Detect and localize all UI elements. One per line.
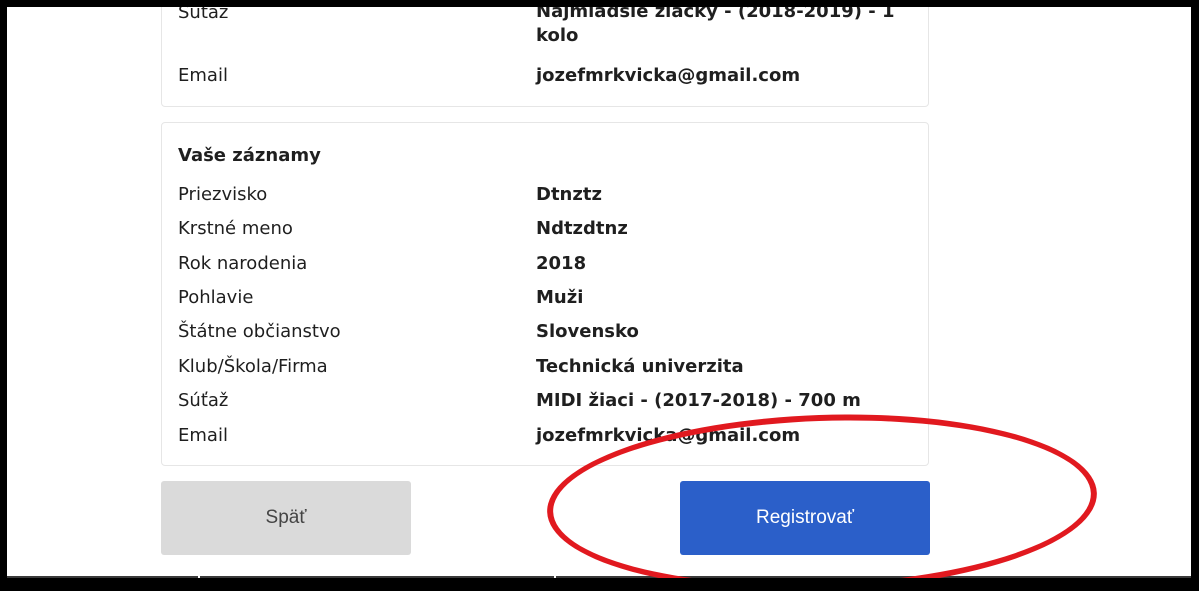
detail-value: Najmladšie žiacky - (2018-2019) - 1 kolo (536, 7, 895, 46)
records-title: Vaše záznamy (178, 145, 321, 166)
detail-row-surname: Priezvisko Dtnztz (178, 178, 912, 212)
detail-label: Klub/Škola/Firma (178, 356, 328, 377)
detail-label: Súťaž (178, 7, 229, 23)
detail-row-email: Email jozefmrkvicka@gmail.com (178, 59, 912, 93)
detail-value: Dtnztz (536, 184, 602, 205)
detail-value: Ndtzdtnz (536, 218, 628, 239)
records-card: Vaše záznamy Priezvisko Dtnztz Krstné me… (161, 122, 929, 466)
summary-card-top: Súťaž Najmladšie žiacky - (2018-2019) - … (161, 7, 929, 107)
detail-row-first-name: Krstné meno Ndtzdtnz (178, 212, 912, 246)
detail-row-citizenship: Štátne občianstvo Slovensko (178, 315, 912, 349)
footer-bar (7, 570, 1191, 578)
detail-label: Email (178, 425, 228, 446)
register-button[interactable]: Registrovať (680, 481, 930, 555)
page-viewport: Súťaž Najmladšie žiacky - (2018-2019) - … (7, 7, 1191, 578)
detail-value: Slovensko (536, 321, 639, 342)
detail-label: Rok narodenia (178, 253, 308, 274)
detail-label: Priezvisko (178, 184, 268, 205)
detail-row-birth-year: Rok narodenia 2018 (178, 247, 912, 281)
footer-divider (198, 570, 200, 578)
footer-divider (554, 570, 556, 578)
detail-row-gender: Pohlavie Muži (178, 281, 912, 315)
detail-row-competition: Súťaž Najmladšie žiacky - (2018-2019) - … (178, 7, 912, 46)
detail-value: Muži (536, 287, 584, 308)
detail-label: Email (178, 65, 228, 86)
back-button[interactable]: Späť (161, 481, 411, 555)
detail-value: jozefmrkvicka@gmail.com (536, 425, 801, 446)
detail-row-competition: Súťaž MIDI žiaci - (2017-2018) - 700 m (178, 384, 912, 418)
detail-value: MIDI žiaci - (2017-2018) - 700 m (536, 390, 861, 411)
detail-label: Štátne občianstvo (178, 321, 341, 342)
detail-value: Technická univerzita (536, 356, 744, 377)
detail-label: Krstné meno (178, 218, 293, 239)
detail-value: 2018 (536, 253, 587, 274)
detail-label: Pohlavie (178, 287, 254, 308)
detail-label: Súťaž (178, 390, 229, 411)
detail-row-email: Email jozefmrkvicka@gmail.com (178, 419, 912, 453)
detail-row-club: Klub/Škola/Firma Technická univerzita (178, 350, 912, 384)
detail-value: jozefmrkvicka@gmail.com (536, 65, 801, 86)
